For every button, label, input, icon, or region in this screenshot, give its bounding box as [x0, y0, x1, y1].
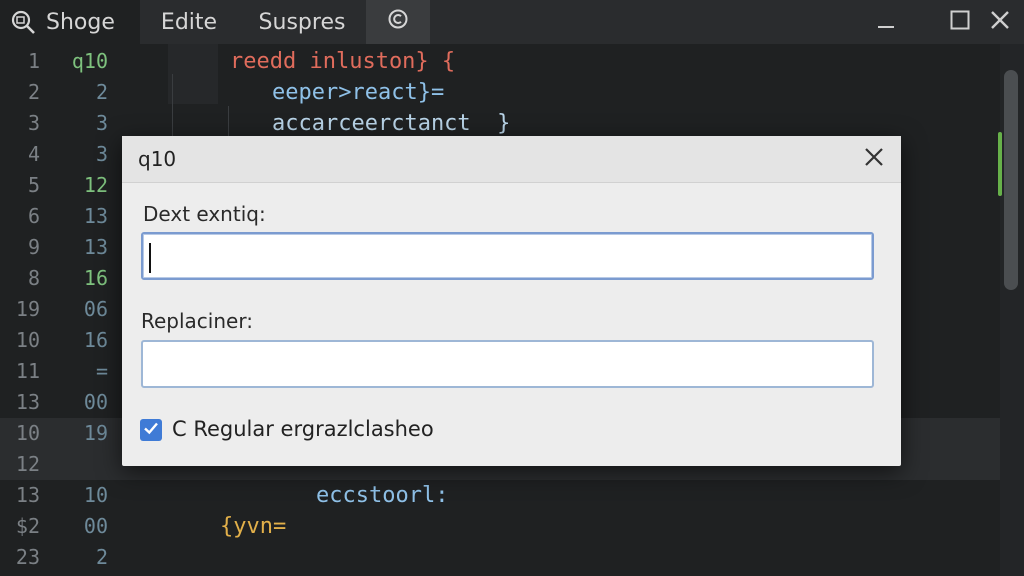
checkmark-icon	[143, 420, 159, 440]
tab-extra[interactable]	[366, 0, 430, 44]
code-line: 1 q10 reedd inluston} {	[0, 46, 1000, 77]
line-number: 11	[15, 359, 40, 383]
code-text: eeper>react}=	[272, 80, 445, 105]
text-caret	[149, 243, 151, 273]
maximize-button[interactable]	[940, 0, 980, 44]
line-number-alt: 19	[83, 421, 108, 445]
line-number-alt: 3	[95, 111, 108, 135]
line-number: $2	[15, 514, 40, 538]
line-number-alt: 12	[83, 173, 108, 197]
code-text: eccstoorl:	[316, 483, 449, 508]
minimize-icon	[877, 11, 895, 33]
code-text: {yvn=	[220, 514, 287, 539]
line-number: 2	[27, 80, 40, 104]
find-input[interactable]	[141, 232, 874, 280]
line-number-alt: q10	[71, 49, 108, 73]
maximize-icon	[950, 10, 970, 34]
line-number: 9	[27, 235, 40, 259]
code-line: 13 10 eccstoorl:	[0, 480, 1000, 511]
code-text: accarceerctanct }	[272, 111, 511, 136]
line-number: 13	[15, 483, 40, 507]
line-number: 8	[27, 266, 40, 290]
close-icon	[864, 147, 884, 171]
tab-suspres[interactable]: Suspres	[238, 0, 366, 44]
line-number: 5	[27, 173, 40, 197]
dialog-close-button[interactable]	[859, 144, 889, 174]
line-number: 3	[27, 111, 40, 135]
tab-label: Shoge	[46, 9, 115, 35]
line-number: 1	[27, 49, 40, 73]
line-number: 4	[27, 142, 40, 166]
line-number: 12	[15, 452, 40, 476]
code-line: 23 2	[0, 542, 1000, 573]
search-icon	[10, 9, 36, 35]
regex-label[interactable]: C Regular ergrazlclasheo	[172, 417, 434, 441]
close-window-button[interactable]	[980, 0, 1020, 44]
line-number: 13	[15, 390, 40, 414]
line-number-alt: 2	[95, 80, 108, 104]
line-number-alt: 16	[83, 328, 108, 352]
line-number-alt: 00	[83, 390, 108, 414]
scroll-marker	[998, 132, 1002, 196]
line-number-alt: 10	[83, 483, 108, 507]
line-number: 6	[27, 204, 40, 228]
find-label: Dext exntiq:	[143, 202, 266, 226]
line-number: 10	[15, 328, 40, 352]
scrollbar-thumb[interactable]	[1004, 70, 1018, 290]
regex-checkbox[interactable]	[140, 419, 162, 441]
dialog-header: q10	[122, 136, 901, 183]
replace-input[interactable]	[141, 340, 874, 388]
line-number-alt: 13	[83, 235, 108, 259]
code-line: 3 3 accarceerctanct }	[0, 108, 1000, 139]
line-number: 23	[15, 545, 40, 569]
line-number-alt: 2	[95, 545, 108, 569]
line-number-alt: 06	[83, 297, 108, 321]
line-number-alt: 16	[83, 266, 108, 290]
code-line: 2 2 eeper>react}=	[0, 77, 1000, 108]
minimize-button[interactable]	[866, 0, 906, 44]
line-number-alt: =	[95, 359, 108, 383]
code-text: reedd inluston} {	[230, 49, 456, 74]
code-line: $2 00 {yvn=	[0, 511, 1000, 542]
line-number: 19	[15, 297, 40, 321]
dialog-title: q10	[138, 147, 177, 171]
tab-label: Suspres	[258, 9, 346, 35]
find-replace-dialog: q10 Dext exntiq: Replaciner: C Regular e…	[122, 136, 901, 466]
close-icon	[990, 10, 1010, 34]
tab-label: Edite	[160, 9, 218, 35]
line-number: 10	[15, 421, 40, 445]
replace-label: Replaciner:	[141, 309, 253, 333]
tab-edite[interactable]: Edite	[140, 0, 238, 44]
line-number-alt: 3	[95, 142, 108, 166]
title-bar: Shoge Edite Suspres	[0, 0, 1024, 44]
tab-shoge[interactable]: Shoge	[0, 0, 140, 44]
line-number-alt: 00	[83, 514, 108, 538]
copyright-icon	[387, 8, 409, 36]
line-number-alt: 13	[83, 204, 108, 228]
